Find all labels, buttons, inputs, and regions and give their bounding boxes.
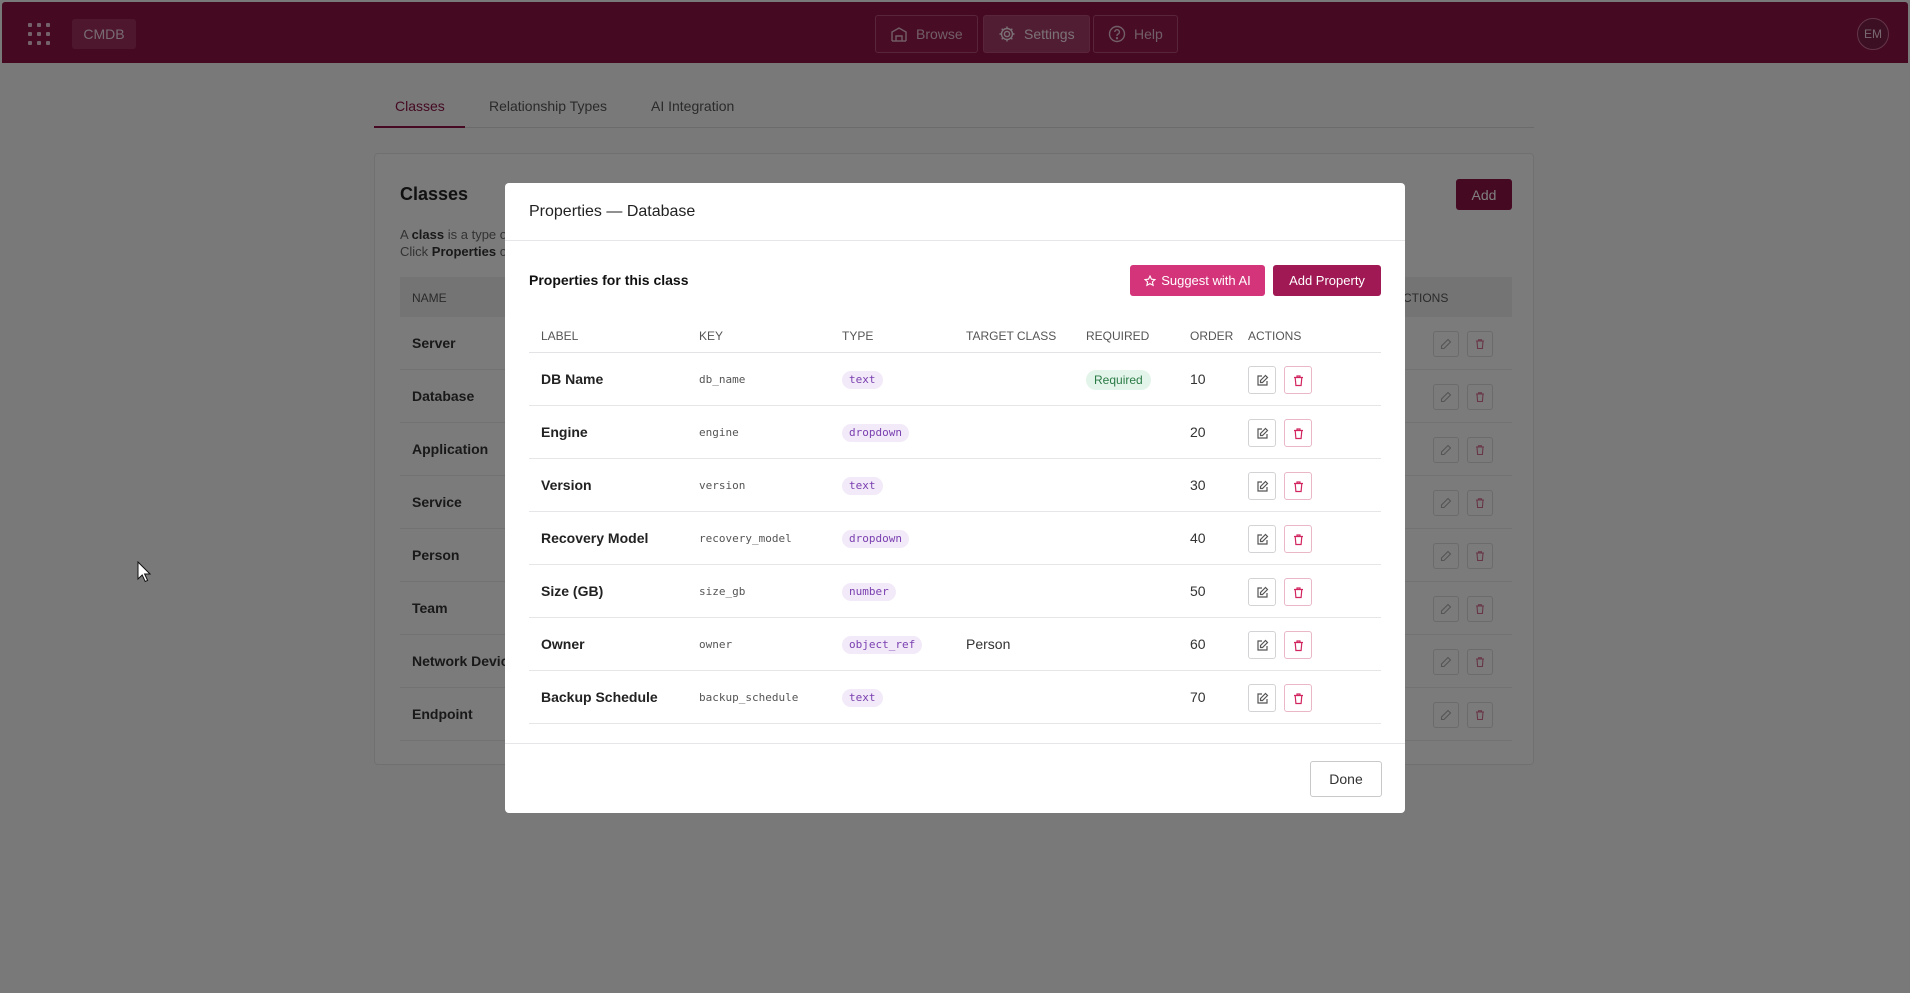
done-button[interactable]: Done bbox=[1310, 761, 1382, 797]
edit-property-button[interactable] bbox=[1248, 419, 1276, 447]
property-type-badge: text bbox=[842, 477, 883, 495]
property-order: 40 bbox=[1190, 530, 1206, 546]
edit-icon bbox=[1256, 427, 1268, 439]
column-header-type: TYPE bbox=[842, 329, 874, 343]
edit-property-button[interactable] bbox=[1248, 684, 1276, 712]
section-title: Properties for this class bbox=[529, 272, 689, 288]
trash-icon bbox=[1293, 586, 1303, 598]
column-header-label: LABEL bbox=[541, 329, 579, 343]
properties-table-header: LABEL KEY TYPE TARGET CLASS REQUIRED ORD… bbox=[529, 316, 1381, 353]
suggest-label: Suggest with AI bbox=[1161, 273, 1251, 288]
property-row: Recovery Model recovery_model dropdown 40 bbox=[529, 512, 1381, 565]
trash-icon bbox=[1293, 427, 1303, 439]
mouse-cursor-icon bbox=[137, 561, 151, 583]
edit-icon bbox=[1256, 374, 1268, 386]
property-label: Version bbox=[541, 477, 592, 493]
property-order: 10 bbox=[1190, 371, 1206, 387]
column-header-order: ORDER bbox=[1190, 329, 1234, 343]
modal-title: Properties — Database bbox=[529, 203, 696, 220]
delete-property-button[interactable] bbox=[1284, 472, 1312, 500]
star-icon bbox=[1144, 274, 1157, 286]
property-order: 70 bbox=[1190, 689, 1206, 705]
property-label: DB Name bbox=[541, 371, 604, 387]
property-row: Size (GB) size_gb number 50 bbox=[529, 565, 1381, 618]
trash-icon bbox=[1293, 480, 1303, 492]
property-type-badge: text bbox=[842, 689, 883, 707]
property-order: 30 bbox=[1190, 477, 1206, 493]
property-label: Recovery Model bbox=[541, 530, 649, 546]
property-key: backup_schedule bbox=[699, 691, 799, 704]
edit-icon bbox=[1256, 480, 1268, 492]
property-row: DB Name db_name text Required 10 bbox=[529, 353, 1381, 406]
suggest-with-ai-button[interactable]: Suggest with AI bbox=[1130, 265, 1265, 296]
property-order: 50 bbox=[1190, 583, 1206, 599]
column-header-required: REQUIRED bbox=[1086, 329, 1150, 343]
property-label: Backup Schedule bbox=[541, 689, 658, 705]
property-order: 60 bbox=[1190, 636, 1206, 652]
property-label: Size (GB) bbox=[541, 583, 604, 599]
property-row: Engine engine dropdown 20 bbox=[529, 406, 1381, 459]
property-target-class: Person bbox=[966, 636, 1011, 652]
property-key: db_name bbox=[699, 373, 746, 386]
property-row: Backup Schedule backup_schedule text 70 bbox=[529, 671, 1381, 724]
property-row: Version version text 30 bbox=[529, 459, 1381, 512]
delete-property-button[interactable] bbox=[1284, 684, 1312, 712]
property-label: Owner bbox=[541, 636, 585, 652]
edit-property-button[interactable] bbox=[1248, 525, 1276, 553]
property-label: Engine bbox=[541, 424, 588, 440]
modal-footer: Done bbox=[505, 743, 1405, 813]
delete-property-button[interactable] bbox=[1284, 419, 1312, 447]
edit-icon bbox=[1256, 533, 1268, 545]
edit-property-button[interactable] bbox=[1248, 366, 1276, 394]
delete-property-button[interactable] bbox=[1284, 366, 1312, 394]
property-key: recovery_model bbox=[699, 532, 792, 545]
delete-property-button[interactable] bbox=[1284, 631, 1312, 659]
column-header-target-class: TARGET CLASS bbox=[966, 329, 1057, 343]
column-header-actions: ACTIONS bbox=[1248, 329, 1302, 343]
trash-icon bbox=[1293, 533, 1303, 545]
property-type-badge: dropdown bbox=[842, 530, 909, 548]
property-order: 20 bbox=[1190, 424, 1206, 440]
property-type-badge: dropdown bbox=[842, 424, 909, 442]
add-property-button[interactable]: Add Property bbox=[1273, 265, 1381, 296]
edit-property-button[interactable] bbox=[1248, 578, 1276, 606]
delete-property-button[interactable] bbox=[1284, 525, 1312, 553]
delete-property-button[interactable] bbox=[1284, 578, 1312, 606]
properties-modal: Properties — Database Properties for thi… bbox=[505, 183, 1405, 813]
edit-icon bbox=[1256, 586, 1268, 598]
property-type-badge: number bbox=[842, 583, 896, 601]
property-key: engine bbox=[699, 426, 739, 439]
edit-property-button[interactable] bbox=[1248, 472, 1276, 500]
trash-icon bbox=[1293, 692, 1303, 704]
trash-icon bbox=[1293, 639, 1303, 651]
edit-icon bbox=[1256, 639, 1268, 651]
property-key: owner bbox=[699, 638, 733, 651]
column-header-key: KEY bbox=[699, 329, 724, 343]
required-badge: Required bbox=[1086, 370, 1151, 390]
property-type-badge: object_ref bbox=[842, 636, 923, 654]
edit-icon bbox=[1256, 692, 1268, 704]
edit-property-button[interactable] bbox=[1248, 631, 1276, 659]
property-key: version bbox=[699, 479, 746, 492]
property-type-badge: text bbox=[842, 371, 883, 389]
property-key: size_gb bbox=[699, 585, 746, 598]
trash-icon bbox=[1293, 374, 1303, 386]
property-row: Owner owner object_ref Person 60 bbox=[529, 618, 1381, 671]
modal-header: Properties — Database bbox=[505, 183, 1405, 241]
